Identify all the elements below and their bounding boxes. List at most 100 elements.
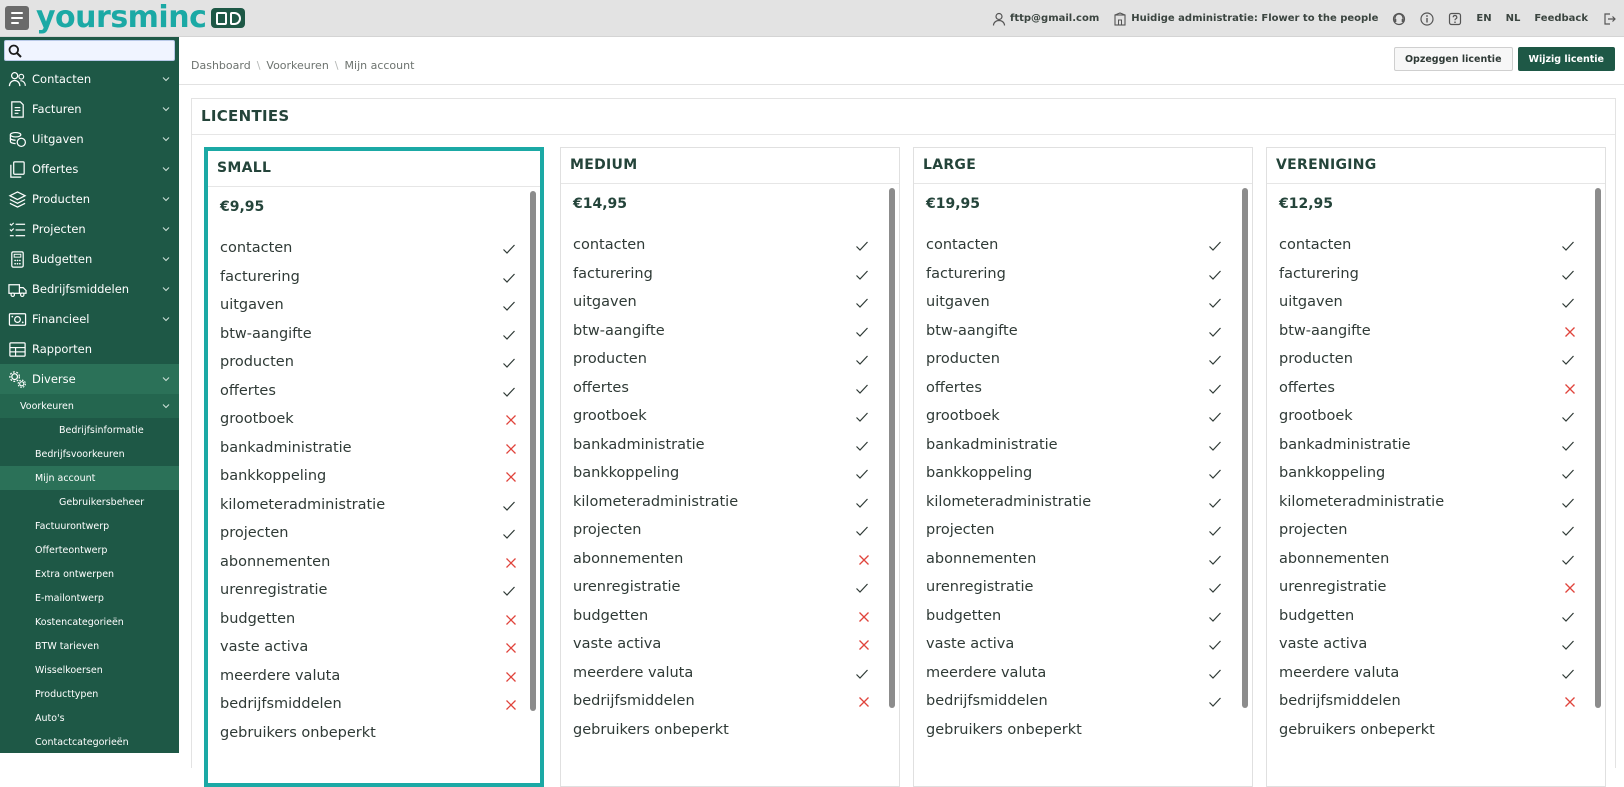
feature-row: facturering [1279, 260, 1577, 289]
sidebar-item-offertes[interactable]: Offertes [0, 154, 179, 184]
feedback-link[interactable]: Feedback [1534, 13, 1588, 24]
language-nl-button[interactable]: NL [1506, 13, 1521, 24]
check-icon [1561, 268, 1575, 282]
chevron-down-icon [162, 227, 170, 232]
feature-label: meerdere valuta [573, 664, 694, 681]
cross-icon [857, 610, 871, 624]
feature-list: contacten facturering uitgaven btw-aangifte… [1279, 231, 1577, 744]
sidebar-sub-factuurontwerp[interactable]: Factuurontwerp [0, 514, 179, 538]
check-icon [1208, 325, 1222, 339]
feature-label: contacten [926, 237, 999, 254]
sidebar-item-label: Facturen [32, 102, 82, 116]
current-administration[interactable]: Huidige administratie: Flower to the peo… [1113, 11, 1378, 26]
breadcrumb-dashboard[interactable]: Dashboard [191, 59, 251, 72]
sidebar-item-diverse[interactable]: Diverse [0, 364, 179, 394]
card-scrollbar[interactable] [1242, 188, 1248, 708]
card-scrollbar[interactable] [530, 191, 536, 711]
search-input[interactable] [25, 41, 174, 60]
feature-row: gebruikers onbeperkt [1279, 716, 1577, 745]
quotes-icon [7, 159, 27, 179]
sidebar-sub-mijn-account[interactable]: Mijn account [0, 466, 179, 490]
breadcrumb-voorkeuren[interactable]: Voorkeuren [266, 59, 328, 72]
sidebar-sub-contactcategorieen[interactable]: Contactcategorieën [0, 730, 179, 753]
license-card-small[interactable]: SMALL €9,95 contacten facturering uitgaven bt… [204, 147, 544, 787]
invoice-icon [7, 99, 27, 119]
sidebar-sub-bedrijfsinformatie[interactable]: Bedrijfsinformatie [0, 418, 179, 442]
feature-label: contacten [573, 237, 646, 254]
menu-toggle-button[interactable] [5, 6, 29, 30]
feature-label: grootboek [1279, 408, 1353, 425]
feature-row: urenregistratie [926, 573, 1224, 602]
feature-row: facturering [220, 263, 518, 292]
feature-label: bedrijfsmiddelen [220, 696, 342, 713]
sidebar-search [4, 40, 175, 61]
cancel-license-button[interactable]: Opzeggen licentie [1393, 47, 1513, 71]
sidebar-sub-bedrijfsvoorkeuren[interactable]: Bedrijfsvoorkeuren [0, 442, 179, 466]
feature-row: btw-aangifte [1279, 317, 1577, 346]
check-icon [1208, 581, 1222, 595]
user-icon [992, 12, 1006, 26]
feature-row: meerdere valuta [1279, 659, 1577, 688]
sidebar-sub-extra-ontwerpen[interactable]: Extra ontwerpen [0, 562, 179, 586]
language-en-button[interactable]: EN [1476, 13, 1491, 24]
sidebar-sub-autos[interactable]: Auto's [0, 706, 179, 730]
feature-row: urenregistratie [220, 576, 518, 605]
change-license-button[interactable]: Wijzig licentie [1517, 47, 1615, 71]
license-price: €9,95 [220, 199, 265, 215]
logo-text: yoursminc [36, 0, 207, 35]
feature-row: urenregistratie [1279, 573, 1577, 602]
logo[interactable]: yoursminc [36, 0, 246, 35]
chevron-down-icon [162, 77, 170, 82]
sidebar-sub-producttypen[interactable]: Producttypen [0, 682, 179, 706]
sidebar-sub-kostencategorieen[interactable]: Kostencategorieën [0, 610, 179, 634]
support-icon[interactable] [1392, 12, 1406, 26]
license-name: MEDIUM [570, 157, 638, 173]
feature-row: offertes [926, 374, 1224, 403]
feature-row: kilometeradministratie [1279, 488, 1577, 517]
cross-icon [504, 556, 518, 570]
help-icon[interactable] [1448, 12, 1462, 26]
sidebar-sub-wisselkoersen[interactable]: Wisselkoersen [0, 658, 179, 682]
info-icon[interactable] [1420, 11, 1435, 26]
feature-label: budgetten [1279, 607, 1355, 624]
sidebar-item-rapporten[interactable]: Rapporten [0, 334, 179, 364]
check-icon [1208, 667, 1222, 681]
cross-icon [1563, 695, 1577, 709]
feature-row: vaste activa [573, 630, 871, 659]
card-scrollbar[interactable] [889, 188, 895, 708]
feature-label: grootboek [926, 408, 1000, 425]
feature-label: uitgaven [1279, 294, 1343, 311]
money-icon [7, 309, 27, 329]
sidebar-sub-emailontwerp[interactable]: E-mailontwerp [0, 586, 179, 610]
sidebar-sub-gebruikersbeheer[interactable]: Gebruikersbeheer [0, 490, 179, 514]
user-account[interactable]: fttp@gmail.com [992, 12, 1099, 26]
feature-label: facturering [573, 265, 653, 282]
license-card-large[interactable]: LARGE €19,95 contacten facturering uitgaven b… [913, 147, 1253, 787]
feature-label: producten [573, 351, 647, 368]
topbar-actions: fttp@gmail.com Huidige administratie: Fl… [992, 0, 1616, 37]
sidebar-sub-offerteontwerp[interactable]: Offerteontwerp [0, 538, 179, 562]
sidebar-item-facturen[interactable]: Facturen [0, 94, 179, 124]
license-card-vereniging[interactable]: VERENIGING €12,95 contacten facturering uitg… [1266, 147, 1606, 787]
card-scrollbar[interactable] [1595, 188, 1601, 708]
sidebar-item-uitgaven[interactable]: Uitgaven [0, 124, 179, 154]
sidebar-item-bedrijfsmiddelen[interactable]: Bedrijfsmiddelen [0, 274, 179, 304]
sidebar-item-label: Producten [32, 192, 91, 206]
panel-title: LICENTIES [201, 107, 290, 125]
sidebar-sub-voorkeuren[interactable]: Voorkeuren [0, 394, 179, 418]
check-icon [1561, 410, 1575, 424]
license-card-medium[interactable]: MEDIUM €14,95 contacten facturering uitgaven… [560, 147, 900, 787]
feature-row: offertes [220, 377, 518, 406]
feature-label: uitgaven [573, 294, 637, 311]
feature-label: budgetten [573, 607, 649, 624]
logout-icon[interactable] [1602, 12, 1616, 26]
sidebar-item-projecten[interactable]: Projecten [0, 214, 179, 244]
sidebar-item-financieel[interactable]: Financieel [0, 304, 179, 334]
feature-row: contacten [573, 231, 871, 260]
sidebar-item-contacten[interactable]: Contacten [0, 64, 179, 94]
sidebar-sub-btw-tarieven[interactable]: BTW tarieven [0, 634, 179, 658]
sidebar-item-budgetten[interactable]: Budgetten [0, 244, 179, 274]
feature-label: kilometeradministratie [1279, 493, 1445, 510]
check-icon [1208, 382, 1222, 396]
sidebar-item-producten[interactable]: Producten [0, 184, 179, 214]
